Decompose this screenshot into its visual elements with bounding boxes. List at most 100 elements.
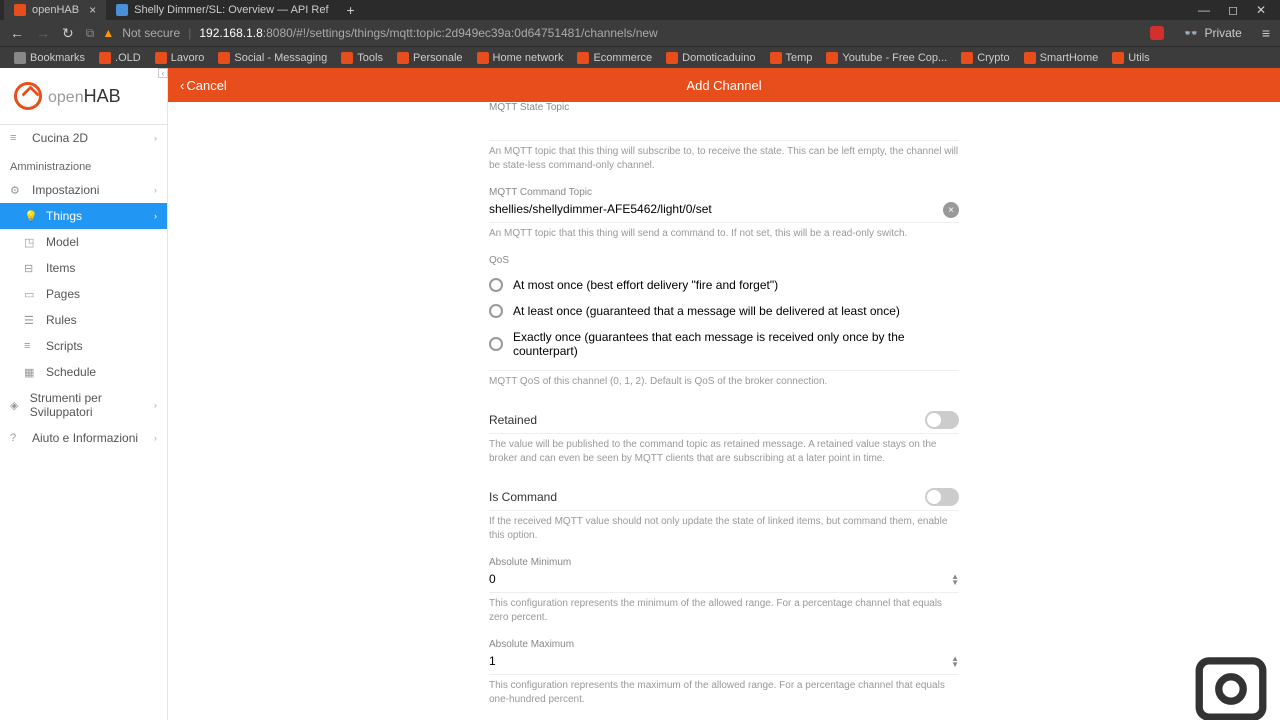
chevron-left-icon: ‹	[180, 78, 184, 93]
qos-option-2[interactable]: Exactly once (guarantees that each messa…	[489, 324, 959, 364]
tab-title: Shelly Dimmer/SL: Overview — API Ref	[134, 4, 328, 16]
tab-title: openHAB	[32, 4, 79, 16]
number-stepper[interactable]: ▲▼	[951, 574, 959, 586]
page-title: Add Channel	[686, 78, 761, 93]
bookmark-item[interactable]: Utils	[1106, 52, 1155, 64]
retained-help: The value will be published to the comma…	[489, 438, 959, 466]
collapse-sidebar-button[interactable]: ‹	[158, 68, 168, 78]
address-bar[interactable]: ⧉ ▲ Not secure | 192.168.1.8:8080/#!/set…	[86, 26, 1138, 41]
sidebar-item-scripts[interactable]: ≡ Scripts	[0, 333, 167, 359]
reload-button[interactable]: ↻	[62, 25, 74, 42]
code-icon: ≡	[24, 340, 38, 352]
sidebar-item-items[interactable]: ⊟ Items	[0, 255, 167, 281]
cancel-button[interactable]: ‹ Cancel	[180, 78, 227, 93]
lightbulb-icon: 💡	[24, 210, 38, 223]
bookmark-item[interactable]: .OLD	[93, 52, 147, 64]
state-topic-label: MQTT State Topic	[489, 102, 959, 113]
number-stepper[interactable]: ▲▼	[951, 656, 959, 668]
admin-section-label: Amministrazione	[0, 151, 167, 177]
sidebar: openHAB ‹ ≡ Cucina 2D › Amministrazione …	[0, 68, 168, 720]
clear-button[interactable]: ×	[943, 202, 959, 218]
close-icon[interactable]: ×	[89, 3, 96, 17]
logo[interactable]: openHAB ‹	[0, 68, 167, 125]
extension-icon[interactable]	[1150, 26, 1164, 40]
layout-icon: ▭	[24, 288, 38, 301]
abs-min-help: This configuration represents the minimu…	[489, 597, 959, 625]
bookmark-item[interactable]: Lavoro	[149, 52, 211, 64]
bookmark-item[interactable]: Crypto	[955, 52, 1015, 64]
browser-tab-0[interactable]: openHAB ×	[4, 0, 106, 20]
command-topic-input[interactable]	[489, 198, 943, 222]
retained-label: Retained	[489, 413, 537, 427]
gear-icon: ⚙	[10, 184, 24, 197]
abs-max-label: Absolute Maximum	[489, 639, 959, 650]
chevron-right-icon: ›	[154, 185, 157, 195]
form-area[interactable]: MQTT State Topic An MQTT topic that this…	[168, 102, 1280, 720]
back-button[interactable]: ←	[10, 25, 24, 41]
calendar-icon: ▦	[24, 366, 38, 379]
bookmark-item[interactable]: Temp	[764, 52, 819, 64]
bookmark-item[interactable]: Youtube - Free Cop...	[820, 52, 953, 64]
private-mode-badge[interactable]: 👓 Private	[1176, 24, 1250, 42]
shelly-favicon	[116, 4, 128, 16]
qos-label: QoS	[489, 255, 959, 266]
radio-icon	[489, 304, 503, 318]
chevron-right-icon: ›	[154, 400, 157, 410]
window-controls: — ◻ ✕	[1198, 3, 1276, 17]
sidebar-item-pages[interactable]: ▭ Pages	[0, 281, 167, 307]
abs-max-input[interactable]	[489, 650, 951, 674]
toggle-icon: ⊟	[24, 262, 38, 275]
chevron-right-icon: ›	[154, 211, 157, 221]
openhab-favicon	[14, 4, 26, 16]
security-status: Not secure	[122, 26, 180, 40]
sidebar-item-schedule[interactable]: ▦ Schedule	[0, 359, 167, 385]
browser-tab-strip: openHAB × Shelly Dimmer/SL: Overview — A…	[0, 0, 1280, 20]
bookmarks-bar: Bookmarks .OLD Lavoro Social - Messaging…	[0, 46, 1280, 68]
qos-option-0[interactable]: At most once (best effort delivery "fire…	[489, 272, 959, 298]
bookmark-item[interactable]: Bookmarks	[8, 52, 91, 64]
bookmark-item[interactable]: SmartHome	[1018, 52, 1105, 64]
abs-min-input[interactable]	[489, 568, 951, 592]
maximize-button[interactable]: ◻	[1228, 3, 1238, 17]
bookmark-item[interactable]: Tools	[335, 52, 389, 64]
radio-icon	[489, 278, 503, 292]
qos-option-1[interactable]: At least once (guaranteed that a message…	[489, 298, 959, 324]
browser-tab-1[interactable]: Shelly Dimmer/SL: Overview — API Ref	[106, 0, 338, 20]
chevron-right-icon: ›	[154, 133, 157, 143]
bookmark-item[interactable]: Personale	[391, 52, 469, 64]
abs-max-help: This configuration represents the maximu…	[489, 679, 959, 707]
minimize-button[interactable]: —	[1198, 3, 1210, 17]
state-topic-help: An MQTT topic that this thing will subsc…	[489, 145, 959, 173]
state-topic-input[interactable]	[489, 113, 959, 138]
openhab-logo-icon	[14, 82, 42, 110]
is-command-label: Is Command	[489, 490, 557, 504]
bookmark-item[interactable]: Domoticaduino	[660, 52, 761, 64]
abs-min-label: Absolute Minimum	[489, 557, 959, 568]
list-icon: ☰	[24, 314, 38, 327]
main-content: ‹ Cancel Add Channel MQTT State Topic An…	[168, 68, 1280, 720]
retained-toggle[interactable]	[925, 411, 959, 429]
is-command-toggle[interactable]	[925, 488, 959, 506]
new-tab-button[interactable]: +	[339, 2, 363, 18]
bookmark-item[interactable]: Social - Messaging	[212, 52, 333, 64]
forward-button[interactable]: →	[36, 25, 50, 41]
bookmark-item[interactable]: Home network	[471, 52, 570, 64]
watermark-logo	[1194, 656, 1268, 720]
sidebar-item-things[interactable]: 💡 Things ›	[0, 203, 167, 229]
sidebar-item-rules[interactable]: ☰ Rules	[0, 307, 167, 333]
qos-help: MQTT QoS of this channel (0, 1, 2). Defa…	[489, 375, 959, 389]
sidebar-location[interactable]: ≡ Cucina 2D ›	[0, 125, 167, 151]
close-button[interactable]: ✕	[1256, 3, 1266, 17]
mask-icon: 👓	[1184, 26, 1199, 40]
bookmark-item[interactable]: Ecommerce	[571, 52, 658, 64]
help-icon: ?	[10, 432, 24, 444]
qos-radio-group: At most once (best effort delivery "fire…	[489, 272, 959, 364]
cube-icon: ◳	[24, 236, 38, 249]
is-command-help: If the received MQTT value should not on…	[489, 515, 959, 543]
sidebar-item-impostazioni[interactable]: ⚙ Impostazioni ›	[0, 177, 167, 203]
sidebar-item-devtools[interactable]: ◈ Strumenti per Sviluppatori ›	[0, 385, 167, 425]
command-topic-label: MQTT Command Topic	[489, 187, 959, 198]
menu-button[interactable]: ≡	[1262, 25, 1270, 41]
sidebar-item-help[interactable]: ? Aiuto e Informazioni ›	[0, 425, 167, 451]
sidebar-item-model[interactable]: ◳ Model	[0, 229, 167, 255]
